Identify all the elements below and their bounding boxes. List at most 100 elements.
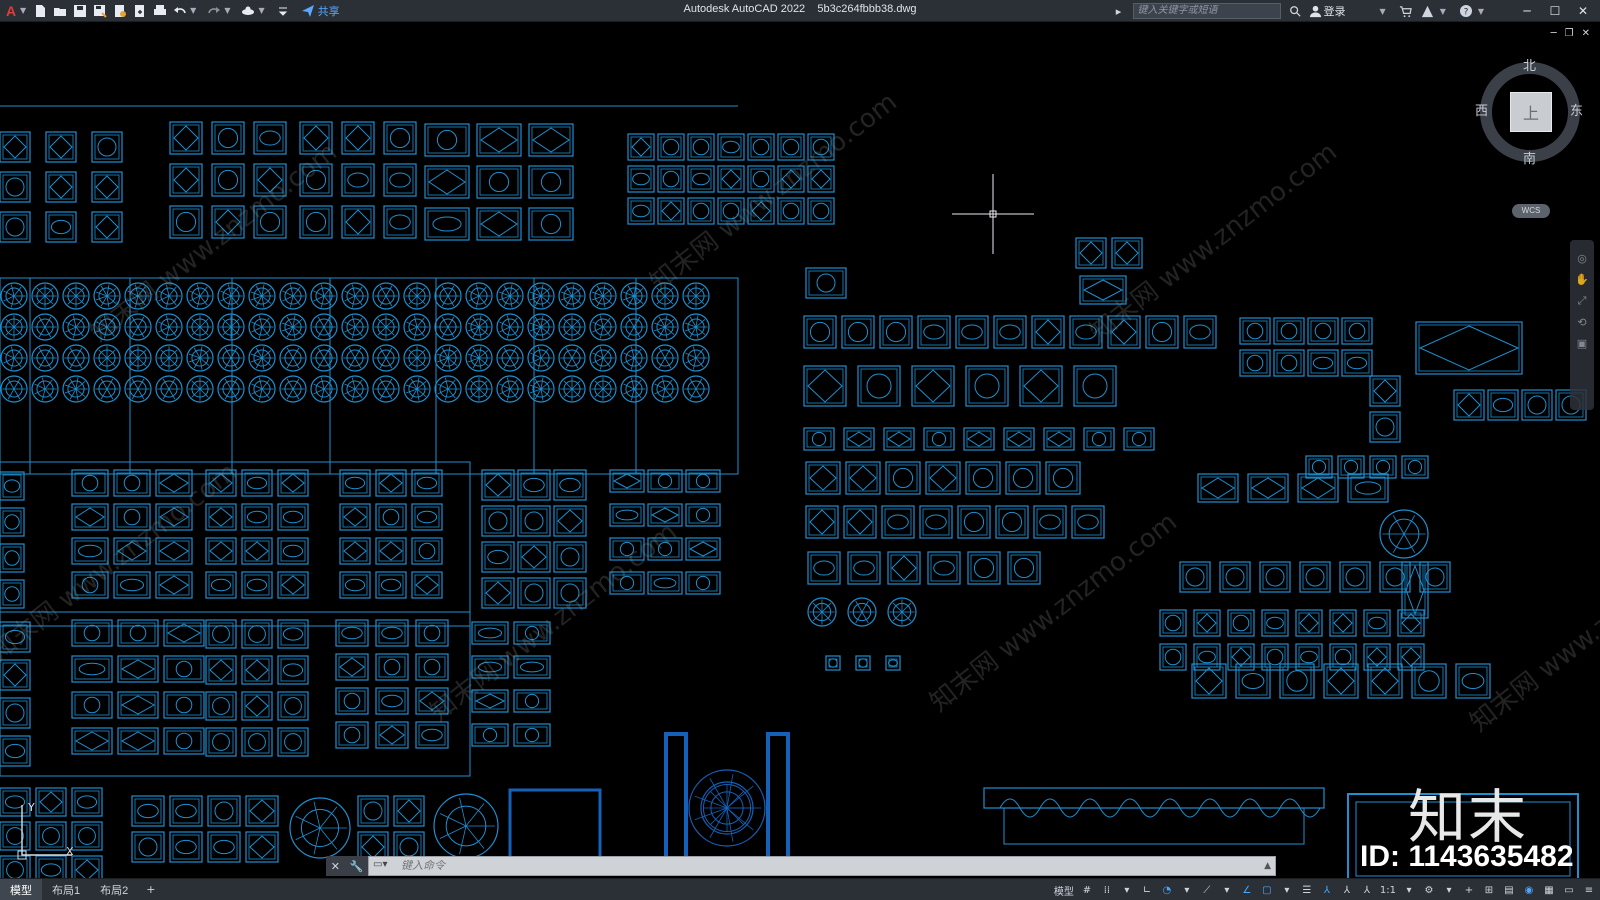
isolate-objects-icon[interactable]: ◉ — [1522, 882, 1536, 898]
open-icon[interactable] — [52, 3, 68, 19]
annotation-scale-value[interactable]: 1:1 — [1380, 882, 1396, 898]
doc-restore-icon[interactable]: ❐ — [1565, 28, 1574, 39]
app-menu-button[interactable]: A — [0, 0, 22, 22]
command-history-icon[interactable]: ▭▾ — [373, 859, 395, 873]
pan-icon[interactable]: ✋ — [1575, 273, 1589, 286]
polar-dropdown-icon[interactable]: ▾ — [1180, 882, 1194, 898]
rosette-spoke — [1403, 515, 1416, 535]
annotation-scale-dropdown-icon[interactable]: ▾ — [1402, 882, 1416, 898]
compass-west[interactable]: 西 — [1475, 100, 1488, 119]
help-dropdown-icon[interactable]: ▼ — [1478, 7, 1484, 16]
app-menu-caret-icon[interactable]: ▼ — [20, 6, 26, 15]
rosette-spoke — [503, 347, 511, 359]
save-as-icon[interactable] — [92, 3, 108, 19]
new-icon[interactable] — [32, 3, 48, 19]
wcs-menu-button[interactable]: WCS — [1512, 204, 1550, 218]
command-input-box[interactable]: ▭▾ ▲ — [368, 856, 1276, 876]
rosette-spoke — [352, 284, 356, 297]
units-icon[interactable]: ⊞ — [1482, 882, 1496, 898]
open-from-web-icon[interactable] — [112, 3, 128, 19]
tile-inner — [280, 574, 306, 596]
ucs-icon[interactable]: Y X — [14, 797, 84, 867]
workspace-switch-dropdown-icon[interactable]: ▾ — [1442, 882, 1456, 898]
ortho-icon[interactable]: ∟ — [1140, 882, 1154, 898]
tile-motif — [1343, 459, 1359, 475]
rosette-spoke — [13, 378, 21, 390]
help-icon[interactable]: ? — [1458, 3, 1474, 19]
workspace-icon[interactable] — [240, 3, 256, 19]
close-icon[interactable]: ✕ — [1572, 0, 1594, 22]
app-store-dropdown-icon[interactable]: ▼ — [1440, 7, 1446, 16]
plot-icon[interactable] — [152, 3, 168, 19]
login-button[interactable]: 登录 — [1309, 3, 1346, 19]
drawing-canvas[interactable]: ─ ❐ ✕ 北 南 东 西 上 WCS ◎ ✋ ⤢ ⟲ ▣ 知末网 www.zn… — [0, 22, 1600, 878]
quick-properties-icon[interactable]: ▤ — [1502, 882, 1516, 898]
isodraft-icon[interactable]: ⟋ — [1200, 882, 1214, 898]
tile-motif — [866, 373, 892, 399]
maximize-icon[interactable]: ☐ — [1544, 0, 1566, 22]
search-expand-icon[interactable]: ▸ — [1111, 3, 1127, 19]
save-icon[interactable] — [72, 3, 88, 19]
minimize-icon[interactable]: ─ — [1516, 0, 1538, 22]
search-icon[interactable] — [1287, 3, 1303, 19]
view-cube[interactable]: 北 南 东 西 上 — [1475, 59, 1583, 167]
grid-icon[interactable]: # — [1080, 882, 1094, 898]
steering-wheel-icon[interactable]: ◎ — [1577, 252, 1587, 265]
hardware-acceleration-icon[interactable]: ▦ — [1542, 882, 1556, 898]
snap-dropdown-icon[interactable]: ▾ — [1120, 882, 1134, 898]
annotation-scale-icon[interactable]: ⅄ — [1360, 882, 1374, 898]
add-layout-button[interactable]: + — [138, 883, 163, 896]
tab-layout1[interactable]: 布局1 — [42, 879, 90, 900]
auto-scale-icon[interactable]: ⅄ — [1340, 882, 1354, 898]
snap-icon[interactable]: ⁞⁞ — [1100, 882, 1114, 898]
tile-motif — [249, 799, 275, 823]
clean-screen-icon[interactable]: ▭ — [1562, 882, 1576, 898]
redo-dropdown-icon[interactable]: ▼ — [224, 6, 230, 15]
autodesk-app-store-icon[interactable] — [1420, 3, 1436, 19]
compass-south[interactable]: 南 — [1523, 148, 1536, 167]
orbit-icon[interactable]: ⟲ — [1577, 316, 1586, 329]
zoom-extents-icon[interactable]: ⤢ — [1578, 294, 1587, 308]
annotation-monitor-icon[interactable]: + — [1462, 882, 1476, 898]
object-snap-dropdown-icon[interactable]: ▾ — [1280, 882, 1294, 898]
tile-motif — [1077, 514, 1099, 530]
compass-east[interactable]: 东 — [1570, 100, 1583, 119]
showmotion-icon[interactable]: ▣ — [1577, 337, 1587, 350]
isodraft-dropdown-icon[interactable]: ▾ — [1220, 882, 1234, 898]
save-to-web-icon[interactable] — [132, 3, 148, 19]
tab-model[interactable]: 模型 — [0, 878, 42, 900]
view-cube-top-face[interactable]: 上 — [1510, 92, 1552, 132]
rosette-spoke — [290, 284, 294, 297]
lineweight-icon[interactable]: ☰ — [1300, 882, 1314, 898]
tile-motif — [811, 431, 827, 447]
doc-minimize-icon[interactable]: ─ — [1551, 28, 1557, 39]
doc-close-icon[interactable]: ✕ — [1582, 28, 1590, 39]
share-button[interactable]: 共享 — [301, 3, 340, 19]
command-history-expand-icon[interactable]: ▲ — [1264, 861, 1271, 871]
rosette-spoke — [44, 316, 52, 328]
annotation-visibility-icon[interactable]: ⅄ — [1320, 882, 1334, 898]
cart-icon[interactable] — [1398, 3, 1414, 19]
workspace-dropdown-icon[interactable]: ▼ — [258, 6, 264, 15]
command-input[interactable] — [401, 860, 1201, 872]
undo-icon[interactable] — [172, 3, 188, 19]
polar-tracking-icon[interactable]: ◔ — [1160, 882, 1174, 898]
command-line-close-icon[interactable]: ✕ — [331, 860, 340, 873]
tile-inner — [720, 136, 742, 158]
customization-icon[interactable]: ≡ — [1582, 882, 1596, 898]
customize-qat-icon[interactable] — [275, 3, 291, 19]
tile-inner — [1250, 476, 1286, 500]
tile-inner — [48, 174, 74, 200]
rosette-spoke — [385, 347, 393, 359]
object-snap-icon[interactable]: ▢ — [1260, 882, 1274, 898]
undo-dropdown-icon[interactable]: ▼ — [190, 6, 196, 15]
search-input[interactable]: 键入关键字或短语 — [1132, 3, 1281, 19]
compass-north[interactable]: 北 — [1523, 55, 1536, 74]
command-line-settings-icon[interactable]: 🔧 — [350, 860, 364, 873]
model-space-button[interactable]: 模型 — [1054, 882, 1074, 898]
object-snap-tracking-icon[interactable]: ∠ — [1240, 882, 1254, 898]
tab-layout2[interactable]: 布局2 — [90, 879, 138, 900]
workspace-switch-icon[interactable]: ⚙ — [1422, 882, 1436, 898]
redo-icon[interactable] — [206, 3, 222, 19]
login-dropdown-icon[interactable]: ▼ — [1380, 7, 1386, 16]
